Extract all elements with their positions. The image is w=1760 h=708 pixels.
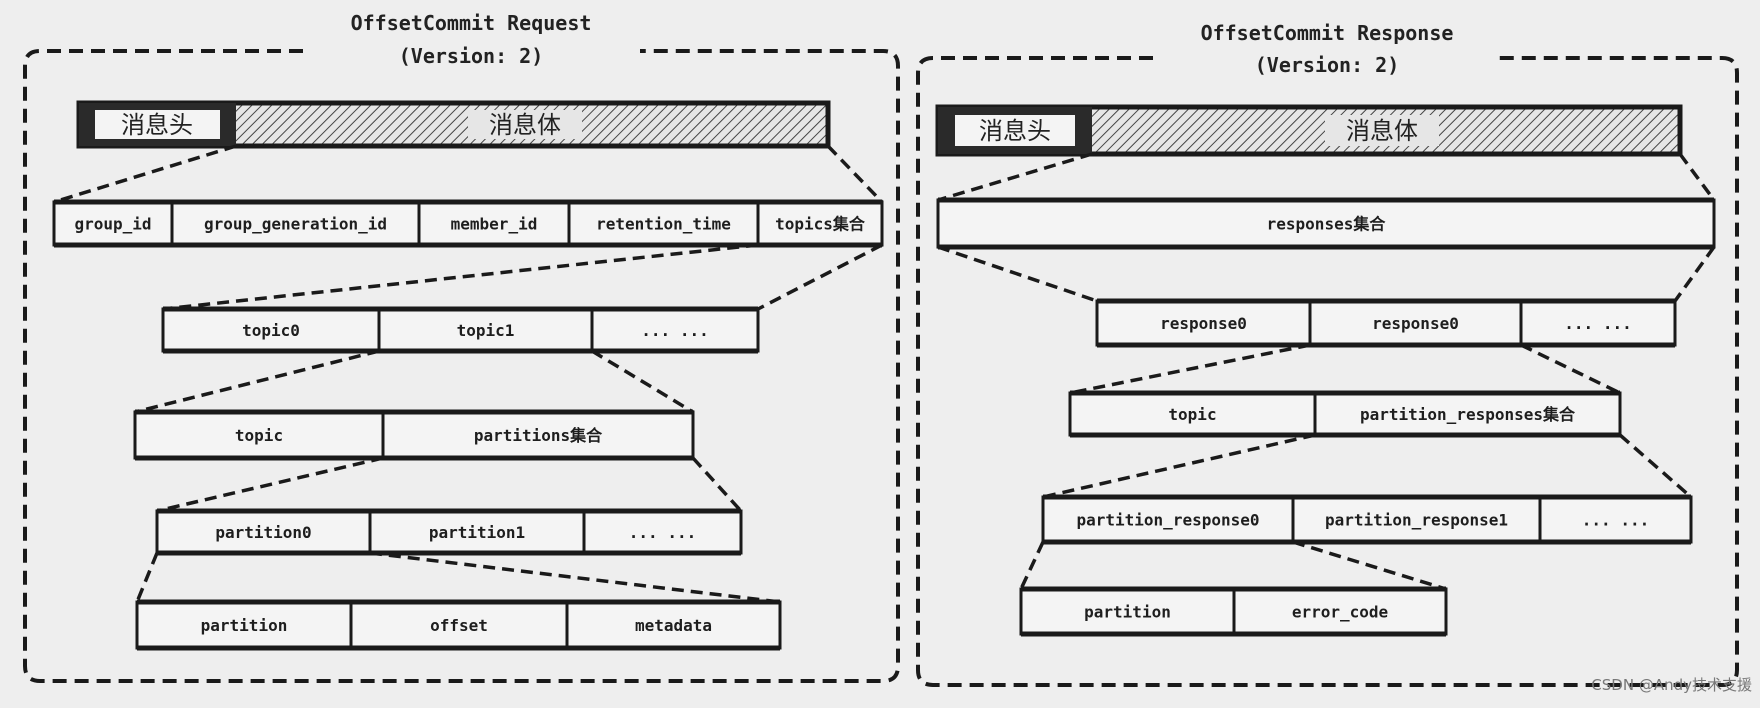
field-cell: group_generation_id — [204, 215, 387, 234]
request-message-bar: 消息头 消息体 — [76, 100, 831, 149]
expand-connector — [591, 349, 694, 414]
field-cell: partition0 — [215, 523, 311, 542]
field-cell: response0 — [1160, 314, 1247, 333]
request-row-partition-struct: partition offset metadata — [135, 599, 782, 651]
expand-connector — [937, 152, 1093, 202]
response-row-response-struct: topic partition_responses集合 — [1068, 390, 1622, 438]
field-cell: topic — [1168, 405, 1216, 424]
request-head-label: 消息头 — [121, 111, 193, 139]
field-cell: retention_time — [596, 215, 731, 234]
response-panel: OffsetCommit Response (Version: 2) 消息头 消… — [916, 21, 1739, 687]
field-cell: partition — [1084, 603, 1171, 622]
field-cell: offset — [430, 616, 488, 635]
expand-connector — [691, 456, 743, 513]
field-cell: topic — [235, 426, 283, 445]
field-cell: ... ... — [641, 321, 708, 340]
expand-connector — [1019, 541, 1045, 590]
field-cell: topic0 — [242, 321, 300, 340]
field-cell: partitions集合 — [474, 426, 603, 445]
expand-connector — [826, 144, 884, 204]
expand-connector — [1292, 540, 1447, 591]
response-rows: responses集合 response0 response0 ... ... topi… — [936, 197, 1716, 637]
response-title: OffsetCommit Response — [1201, 21, 1454, 45]
field-cell: partition_response0 — [1076, 511, 1259, 530]
field-cell: member_id — [451, 215, 538, 234]
request-row-topics-list: topic0 topic1 ... ... — [161, 306, 760, 354]
expand-connector — [134, 349, 380, 414]
field-cell: error_code — [1292, 603, 1388, 622]
diagram-canvas: OffsetCommit Request (Version: 2) 消息头 消息… — [0, 0, 1760, 708]
field-cell: ... ... — [1564, 314, 1631, 333]
request-version: (Version: 2) — [399, 44, 544, 68]
expand-connector — [1678, 152, 1716, 202]
response-row-partition-responses-list: partition_response0 partition_response1..… — [1041, 494, 1693, 545]
request-rows: group_id group_generation_id member_id rete… — [52, 199, 884, 651]
expand-connector — [1069, 343, 1311, 395]
expand-connector — [937, 245, 1098, 303]
expand-connector — [1520, 343, 1621, 395]
field-cell: partition_responses集合 — [1360, 405, 1576, 424]
expand-connector — [53, 144, 237, 204]
response-row-responses-list: response0 response0 ... ... — [1095, 298, 1677, 348]
response-body-label: 消息体 — [1346, 117, 1418, 145]
field-cell: ... ... — [629, 523, 696, 542]
request-body-label: 消息体 — [489, 111, 561, 139]
field-cell: metadata — [635, 616, 712, 635]
field-cell: topic1 — [457, 321, 515, 340]
expand-connector — [135, 552, 159, 603]
field-cell: group_id — [74, 215, 151, 234]
response-row-partition-response-struct: partition error_code — [1019, 586, 1448, 637]
request-row-partitions-list: partition0 partition1 ... ... — [155, 508, 743, 556]
field-cell: ... ... — [1582, 511, 1649, 530]
request-panel: OffsetCommit Request (Version: 2) 消息头 消息… — [23, 11, 900, 683]
expand-connector — [156, 456, 384, 513]
field-cell: responses集合 — [1267, 215, 1387, 234]
response-message-bar: 消息头 消息体 — [935, 104, 1683, 157]
response-head-label: 消息头 — [979, 117, 1051, 145]
response-row-response-fields: responses集合 — [936, 197, 1716, 250]
expand-connector — [757, 243, 883, 311]
field-cell: partition_response1 — [1325, 511, 1508, 530]
expand-connector — [1618, 433, 1693, 499]
response-version: (Version: 2) — [1255, 53, 1400, 77]
expand-connector — [369, 551, 781, 604]
expand-connector — [1042, 433, 1316, 499]
field-cell: partition — [201, 616, 288, 635]
request-row-request-fields: group_id group_generation_id member_id rete… — [52, 199, 884, 248]
offsetcommit-diagram: OffsetCommit Request (Version: 2) 消息头 消息… — [23, 11, 1752, 694]
expand-connector — [162, 243, 759, 311]
request-row-topic-struct: topic partitions集合 — [133, 409, 695, 461]
field-cell: topics集合 — [775, 215, 866, 234]
row-box — [133, 410, 695, 460]
field-cell: response0 — [1372, 314, 1459, 333]
expand-connector — [1673, 245, 1716, 303]
request-title: OffsetCommit Request — [351, 11, 592, 35]
watermark: CSDN @Andy技术支援 — [1591, 676, 1752, 694]
field-cell: partition1 — [429, 523, 525, 542]
